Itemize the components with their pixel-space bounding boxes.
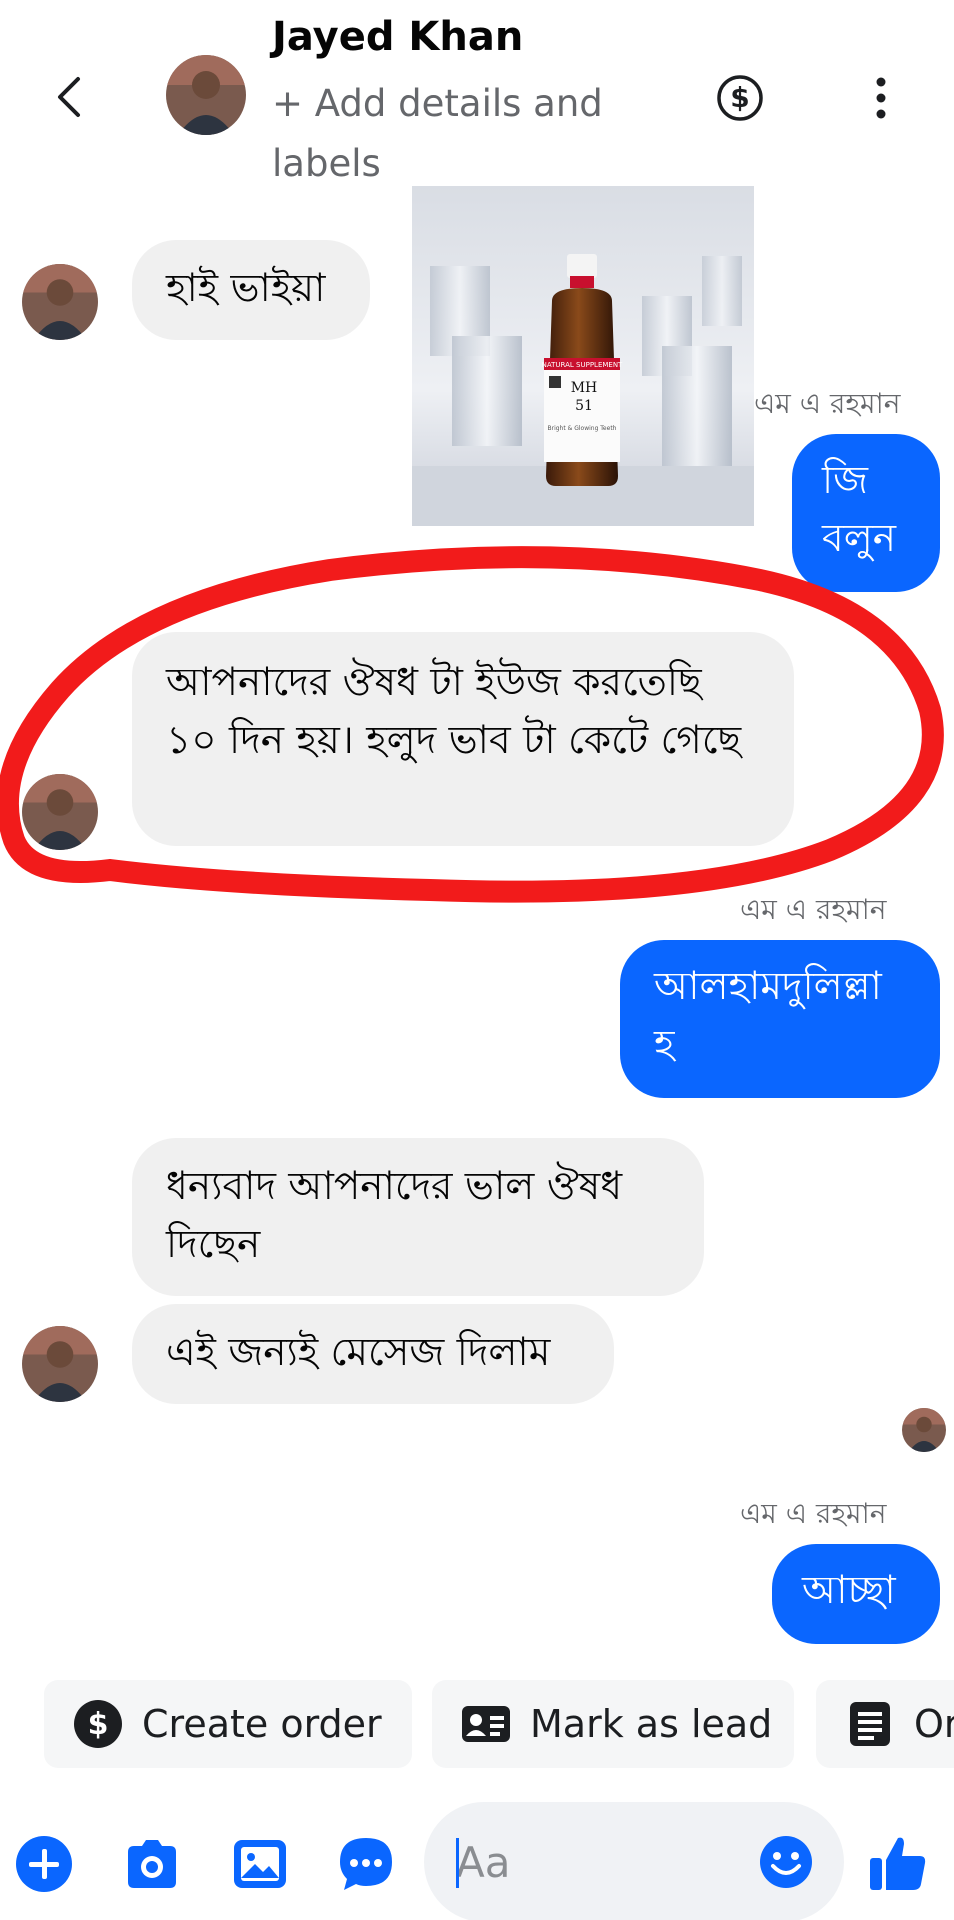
other-action-button[interactable]: Or (816, 1680, 954, 1768)
contact-avatar-small[interactable] (22, 264, 98, 340)
more-tools-button[interactable] (336, 1834, 396, 1894)
message-bubble-outgoing[interactable]: আচ্ছা (772, 1544, 940, 1644)
product-band-text: NATURAL SUPPLEMENT (542, 361, 623, 369)
back-chevron-icon (58, 77, 80, 117)
message-text: হাই ভাইয়া (166, 266, 326, 311)
message-text: এই জন্যই মেসেজ দিলাম (166, 1330, 551, 1375)
mark-as-lead-button[interactable]: Mark as lead (432, 1680, 794, 1768)
dollar-circle-icon: $ (74, 1700, 122, 1748)
product-code-1: MH (571, 380, 598, 396)
plus-button[interactable] (14, 1834, 74, 1894)
more-vertical-icon (876, 77, 886, 119)
message-bubble-incoming[interactable]: হাই ভাইয়া (132, 240, 370, 340)
svg-text:$: $ (88, 1707, 109, 1742)
message-bubble-incoming[interactable]: এই জন্যই মেসেজ দিলাম (132, 1304, 614, 1404)
emoji-icon (760, 1836, 812, 1888)
avatar-image (166, 55, 246, 135)
avatar-image (22, 1326, 98, 1402)
message-input-placeholder: Aa (456, 1838, 511, 1887)
plus-circle-icon (16, 1836, 72, 1892)
emoji-button[interactable] (758, 1834, 814, 1890)
contact-avatar-small[interactable] (22, 1326, 98, 1402)
chip-label: Or (914, 1702, 954, 1746)
dollar-circle-icon: $ (717, 75, 763, 121)
avatar-image (22, 264, 98, 340)
id-card-icon (462, 1706, 510, 1742)
back-button[interactable] (44, 62, 94, 132)
add-details-link[interactable]: + Add details and labels (272, 74, 652, 194)
message-bubble-outgoing[interactable]: আলহামদুলিল্লা হ (620, 940, 940, 1098)
message-text: আচ্ছা (802, 1568, 896, 1613)
contact-name: Jayed Khan (272, 14, 524, 60)
svg-text:$: $ (730, 81, 749, 114)
sender-name: এম এ রহমান (754, 387, 901, 420)
like-button[interactable] (866, 1830, 930, 1894)
message-text: আলহামদুলিল্লা হ (654, 964, 882, 1067)
chip-label: Create order (142, 1702, 382, 1746)
avatar-image (902, 1408, 946, 1452)
product-photo: NATURAL SUPPLEMENT MH 51 Bright & Glowin… (412, 186, 754, 526)
thumbs-up-icon (870, 1837, 926, 1890)
contact-avatar[interactable] (166, 55, 246, 135)
message-text: ধন্যবাদ আপনাদের ভাল ঔষধ দিছেন (166, 1164, 623, 1267)
message-bubble-incoming[interactable]: ধন্যবাদ আপনাদের ভাল ঔষধ দিছেন (132, 1138, 704, 1296)
product-code-2: 51 (575, 398, 593, 414)
gallery-button[interactable] (230, 1834, 290, 1894)
red-annotation-circle (0, 546, 944, 903)
camera-icon (128, 1840, 176, 1888)
text-cursor (456, 1838, 459, 1888)
create-order-button[interactable]: $ Create order (44, 1680, 412, 1768)
camera-button[interactable] (122, 1834, 182, 1894)
read-receipt-avatar (902, 1408, 946, 1452)
image-icon (234, 1840, 286, 1888)
more-options-button[interactable] (866, 74, 896, 122)
chip-label: Mark as lead (530, 1702, 773, 1746)
payment-button[interactable]: $ (716, 74, 764, 122)
chat-more-icon (340, 1838, 392, 1890)
document-icon (850, 1702, 890, 1746)
sender-name: এম এ রহমান (740, 1497, 887, 1530)
product-caption: Bright & Glowing Teeth (548, 425, 617, 432)
